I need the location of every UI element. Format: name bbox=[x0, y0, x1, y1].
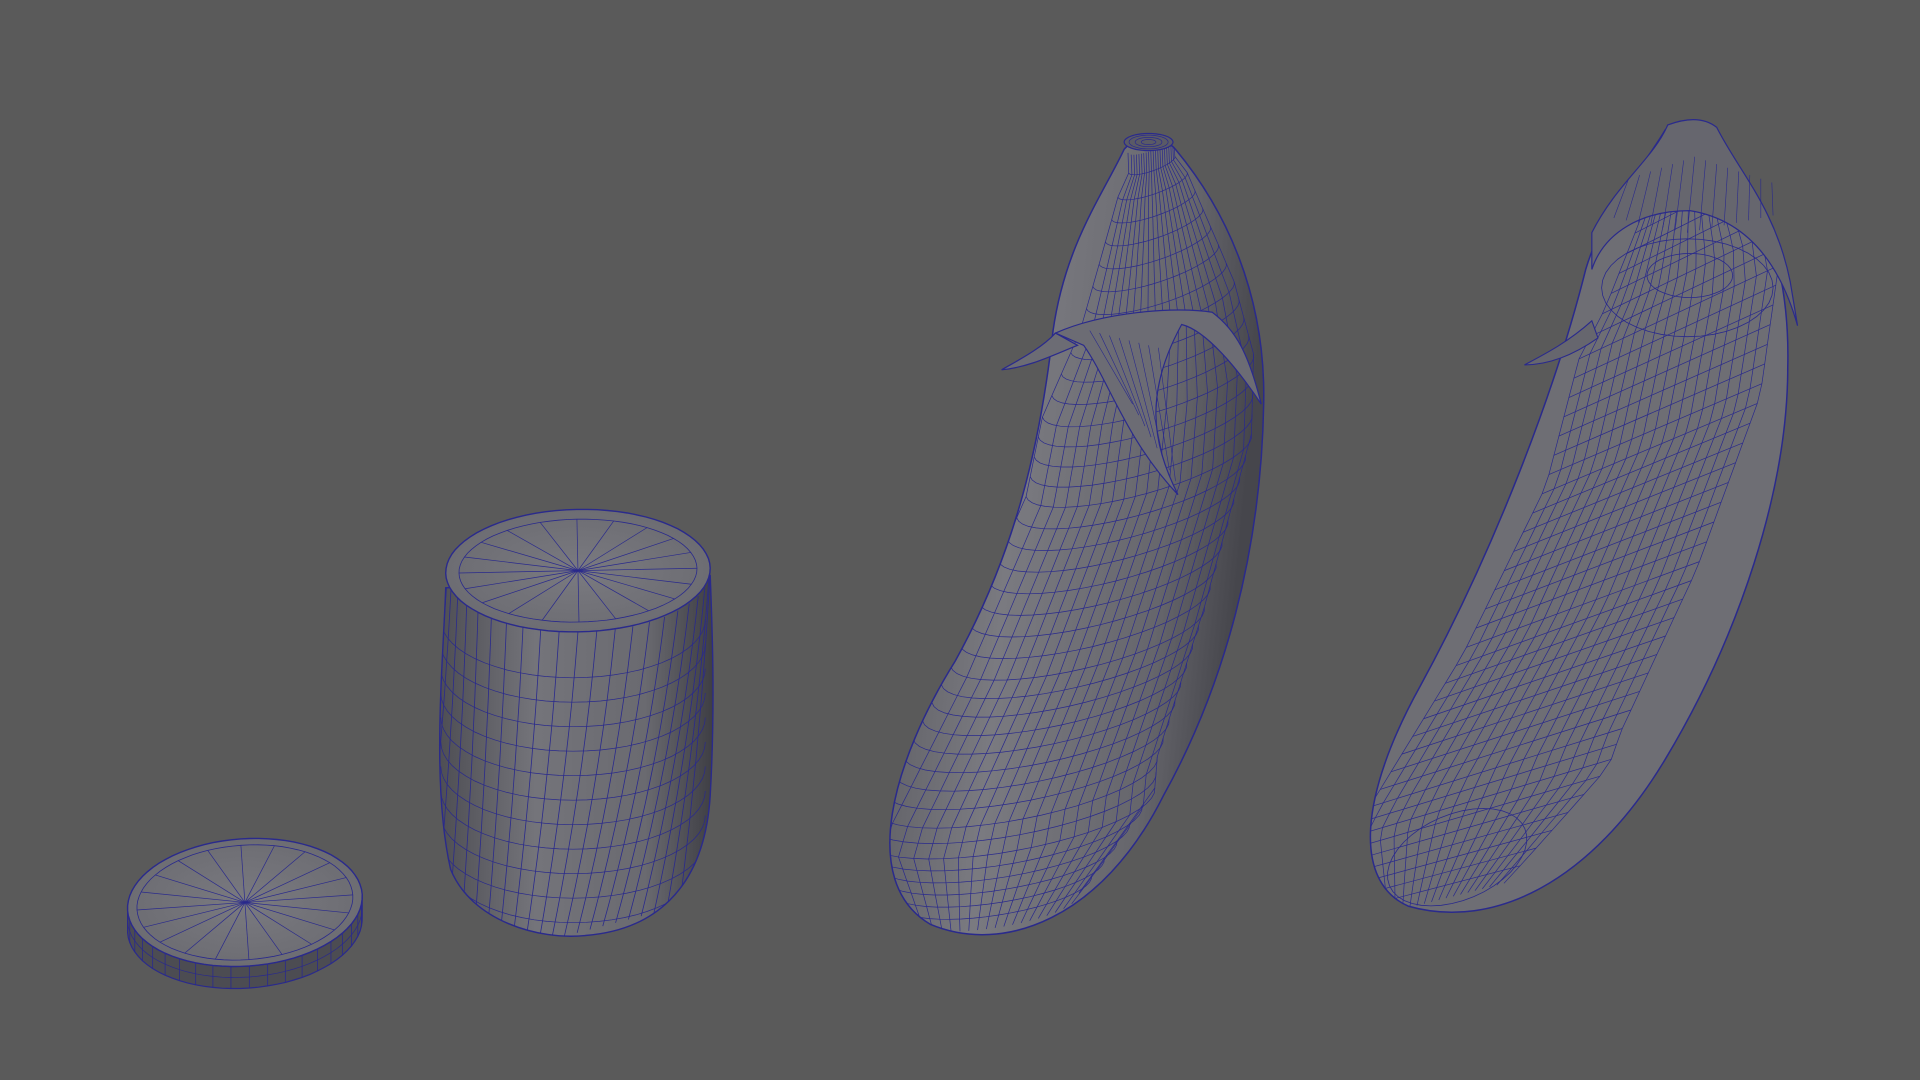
eggplant-half-mesh[interactable] bbox=[1353, 111, 1799, 917]
eggplant-slice-mesh[interactable] bbox=[126, 837, 363, 990]
eggplant-cut-section-mesh[interactable] bbox=[398, 508, 714, 996]
eggplant-whole-mesh[interactable] bbox=[866, 132, 1265, 936]
viewport-canvas[interactable] bbox=[0, 0, 1920, 1080]
3d-viewport[interactable] bbox=[0, 0, 1920, 1080]
